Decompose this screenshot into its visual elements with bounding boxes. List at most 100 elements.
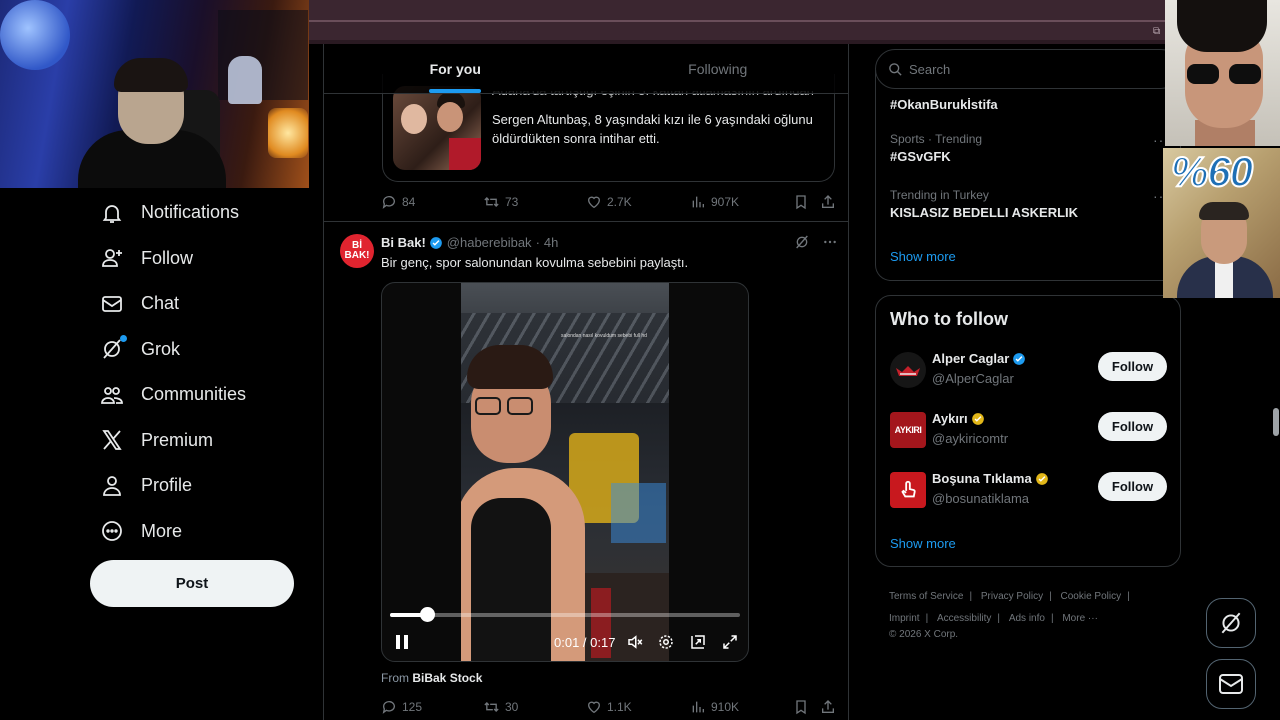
video-player[interactable]: salondan nasıl kovuldum sebebi full hd 0… (381, 282, 749, 662)
account-name: Aykırı (932, 411, 968, 426)
account-handle: @AlperCaglar (932, 371, 1014, 386)
views-button[interactable]: 907K (690, 194, 739, 210)
avatar (890, 352, 926, 388)
sidebar-item-follow[interactable]: Follow (90, 236, 310, 282)
footer-link[interactable]: Ads info (1009, 608, 1045, 630)
person-plus-icon (100, 246, 124, 270)
sidebar-item-premium[interactable]: Premium (90, 418, 310, 464)
bookmark-button[interactable] (793, 194, 814, 210)
video-source-prefix: From (381, 671, 409, 685)
trend-item[interactable]: Trending in Turkey KISLASIZ BEDELLI ASKE… (890, 188, 1078, 220)
views-button[interactable]: 910K (690, 699, 739, 715)
video-progress-bar[interactable] (390, 607, 740, 622)
video-source-link[interactable]: BiBak Stock (412, 671, 482, 685)
verified-badge-icon (1012, 352, 1026, 366)
follow-button[interactable]: Follow (1098, 472, 1167, 501)
sidebar-item-label: Grok (141, 338, 181, 359)
trends-show-more[interactable]: Show more (890, 249, 956, 264)
repost-icon (483, 194, 505, 210)
footer-link[interactable]: Accessibility (937, 608, 991, 630)
repost-button[interactable]: 30 (483, 699, 518, 715)
settings-gear-icon[interactable] (657, 633, 675, 651)
poll-poster-overlay: %60 (1163, 148, 1280, 298)
follow-suggestion[interactable]: Alper Caglar @AlperCaglar Follow (890, 350, 1170, 390)
reply-count: 125 (402, 700, 423, 714)
window-restore-icon[interactable]: ⧉ (1153, 26, 1163, 37)
link-preview-line: Sergen Altunbaş, 8 yaşındaki kızı ile 6 … (492, 112, 813, 127)
share-button[interactable] (820, 699, 841, 715)
link-preview-text: Adana'da tartıştığı eşinin 5. kattan atl… (492, 91, 822, 148)
tweet-divider (324, 221, 848, 222)
follow-suggestion[interactable]: Boşuna Tıklama @bosunatiklama Follow (890, 470, 1170, 510)
webcam-overlay (0, 0, 309, 188)
bell-icon (100, 201, 124, 225)
more-options-icon[interactable] (822, 234, 838, 250)
views-count: 907K (711, 195, 740, 209)
sidebar-item-communities[interactable]: Communities (90, 372, 310, 418)
sidebar-item-grok[interactable]: Grok (90, 327, 310, 373)
picture-in-picture-icon[interactable] (689, 633, 707, 651)
footer-link[interactable]: Terms of Service (889, 586, 963, 608)
verified-gold-badge-icon (1035, 472, 1049, 486)
tweet-author-name[interactable]: Bi Bak! (381, 235, 426, 250)
tab-following[interactable]: Following (587, 44, 849, 93)
tweet-time[interactable]: 4h (544, 235, 558, 250)
like-button[interactable]: 2.7K (586, 194, 632, 210)
views-icon (690, 194, 711, 210)
avatar[interactable]: Bİ BAK! (340, 234, 374, 268)
account-handle: @aykiricomtr (932, 431, 1009, 446)
trend-name: #GSvGFK (890, 149, 951, 164)
share-button[interactable] (820, 194, 841, 210)
person-icon (100, 474, 124, 498)
tweet-actions: 84 73 2.7K 907K (381, 192, 836, 212)
sidebar-item-label: Premium (141, 429, 214, 450)
footer-link[interactable]: Privacy Policy (981, 586, 1043, 608)
search-placeholder: Search (909, 61, 951, 77)
reply-icon (381, 699, 402, 715)
reply-button[interactable]: 125 (381, 699, 422, 715)
bookmark-button[interactable] (793, 699, 814, 715)
grok-explain-icon[interactable] (794, 234, 810, 250)
who-to-follow-show-more[interactable]: Show more (890, 536, 956, 551)
tweet-handle[interactable]: @haberebibak (447, 235, 532, 250)
page-scrollbar[interactable] (1273, 408, 1279, 436)
trend-item[interactable]: Sports · Trending #GSvGFK (890, 132, 982, 164)
notification-dot (120, 335, 127, 343)
follow-button[interactable]: Follow (1098, 412, 1167, 441)
sidebar-item-more[interactable]: More (90, 509, 310, 555)
tab-for-you[interactable]: For you (324, 44, 587, 93)
sidebar-item-profile[interactable]: Profile (90, 463, 310, 509)
trend-name: #OkanBurukİstifa (890, 97, 998, 112)
reply-button[interactable]: 84 (381, 194, 415, 210)
search-icon (888, 62, 909, 77)
bookmark-icon (793, 699, 814, 715)
account-name: Boşuna Tıklama (932, 471, 1032, 486)
repost-button[interactable]: 73 (483, 194, 518, 210)
sidebar-nav: Notifications Follow Chat Grok Communiti… (90, 190, 310, 554)
link-preview-line: öldürdükten sonra intihar etti. (492, 131, 660, 146)
sidebar-item-label: Communities (141, 384, 247, 405)
trend-item[interactable]: #OkanBurukİstifa (890, 94, 998, 112)
follow-button[interactable]: Follow (1098, 352, 1167, 381)
envelope-icon (100, 292, 124, 316)
footer-link[interactable]: Cookie Policy (1061, 586, 1122, 608)
sidebar-item-chat[interactable]: Chat (90, 281, 310, 327)
footer-link[interactable]: More ··· (1062, 608, 1098, 630)
messages-floating-button[interactable] (1206, 659, 1256, 709)
trend-category: Trending in Turkey (890, 188, 989, 202)
who-to-follow-panel: Who to follow Alper Caglar @AlperCaglar … (875, 295, 1181, 567)
follow-suggestion[interactable]: AYKIRI Aykırı @aykiricomtr Follow (890, 410, 1170, 450)
footer-link[interactable]: Imprint (889, 608, 920, 630)
pause-icon[interactable] (394, 633, 410, 651)
like-button[interactable]: 1.1K (586, 699, 632, 715)
grok-floating-button[interactable] (1206, 598, 1256, 648)
search-input[interactable]: Search (875, 49, 1181, 89)
views-icon (690, 699, 711, 715)
fullscreen-icon[interactable] (721, 633, 739, 651)
more-circle-icon (100, 519, 124, 543)
mute-icon[interactable] (626, 633, 644, 651)
post-button[interactable]: Post (90, 560, 294, 607)
video-progress-handle[interactable] (420, 607, 436, 622)
poster-percent-text: %60 (1170, 148, 1254, 196)
sidebar-item-notifications[interactable]: Notifications (90, 190, 310, 236)
